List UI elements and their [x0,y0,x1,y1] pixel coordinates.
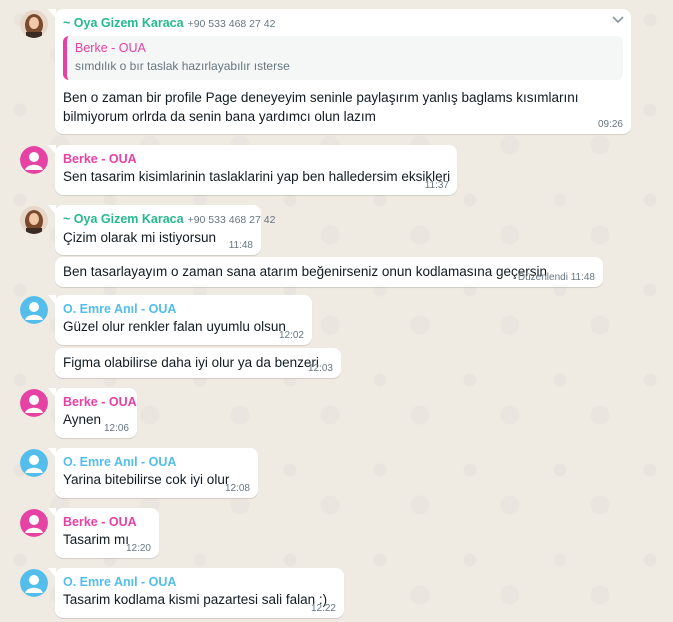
message-time: 12:20 [125,543,151,554]
message-text: Çizim olarak mi istiyorsun [63,230,217,245]
sender-name[interactable]: O. Emre Anıl - OUA [63,301,304,317]
message-time: 12:02 [278,330,304,341]
quoted-sender: Berke - OUA [75,41,146,55]
avatar-emre[interactable] [20,569,48,597]
message-text: Ben o zaman bir profile Page deneyeyim s… [63,90,579,124]
message-bubble[interactable]: Ben tasarlayayım o zaman sana atarım beğ… [55,257,603,287]
default-user-icon [20,389,48,417]
message-time-value: 11:48 [570,272,595,283]
edited-label: Düzenlendi [517,272,568,283]
sender-name[interactable]: Berke - OUA [63,514,151,530]
message-time: 12:22 [310,603,336,614]
message-bubble[interactable]: Figma olabilirse daha iyi olur ya da ben… [55,348,341,378]
message-text: Tasarim kodlama kismi pazartesi sali fal… [63,592,328,607]
message-bubble[interactable]: O. Emre Anıl - OUA Yarina bitebilirse co… [48,448,258,498]
avatar-emre[interactable] [20,296,48,324]
message-time: 09:26 [597,119,623,130]
sender-name[interactable]: ~ Oya Gizem Karaca +90 533 468 27 42 [63,211,275,228]
message-text: Güzel olur renkler falan uyumlu olsun [63,319,286,334]
sender-name[interactable]: ~ Oya Gizem Karaca +90 533 468 27 42 [63,15,623,32]
profile-photo-icon [20,10,48,38]
message-text: Ben tasarlayayım o zaman sana atarım beğ… [63,264,548,279]
sender-name[interactable]: Berke - OUA [63,394,137,410]
default-user-icon [20,569,48,597]
default-user-icon [20,449,48,477]
profile-photo-icon [20,206,48,234]
sender-label: ~ Oya Gizem Karaca [63,212,184,226]
message-bubble[interactable]: Berke - OUA Sen tasarim kisimlarinin tas… [48,145,457,195]
message-bubble[interactable]: Berke - OUA Tasarim mı 12:20 [48,508,159,558]
message-text: Yarina bitebilirse cok iyi olur [63,472,230,487]
sender-phone: +90 533 468 27 42 [187,18,276,30]
message-time: 12:06 [103,423,129,434]
message-bubble[interactable]: ~ Oya Gizem Karaca +90 533 468 27 42 Çizi… [48,205,275,255]
message-time: 11:37 [424,180,449,191]
chevron-down-icon[interactable] [611,15,625,25]
sender-phone: +90 533 468 27 42 [187,214,276,226]
avatar-oya[interactable] [20,10,48,38]
message-time: Düzenlendi 11:48 [518,272,595,283]
message-bubble[interactable]: O. Emre Anıl - OUA Güzel olur renkler fa… [48,295,312,345]
message-bubble[interactable]: O. Emre Anıl - OUA Tasarim kodlama kismi… [48,568,344,618]
sender-label: ~ Oya Gizem Karaca [63,16,184,30]
message-text: Figma olabilirse daha iyi olur ya da ben… [63,355,319,370]
message-bubble[interactable]: Berke - OUA Aynen 12:06 [48,388,137,438]
sender-name[interactable]: O. Emre Anıl - OUA [63,454,250,470]
avatar-berke[interactable] [20,389,48,417]
sender-name[interactable]: O. Emre Anıl - OUA [63,574,336,590]
avatar-oya[interactable] [20,206,48,234]
sender-name[interactable]: Berke - OUA [63,151,449,167]
default-user-icon [20,509,48,537]
message-text: Sen tasarim kisimlarinin taslaklarini ya… [63,169,451,184]
message-time: 12:03 [307,363,333,374]
avatar-berke[interactable] [20,146,48,174]
avatar-berke[interactable] [20,509,48,537]
message-bubble[interactable]: ~ Oya Gizem Karaca +90 533 468 27 42 Berk… [48,9,631,134]
default-user-icon [20,146,48,174]
avatar-emre[interactable] [20,449,48,477]
quoted-text: sımdılık o bır taslak hazırlayabılır ıst… [75,59,290,73]
default-user-icon [20,296,48,324]
message-time: 12:08 [224,483,250,494]
message-time: 11:48 [228,240,253,251]
quoted-message[interactable]: Berke - OUA sımdılık o bır taslak hazırl… [63,36,623,80]
